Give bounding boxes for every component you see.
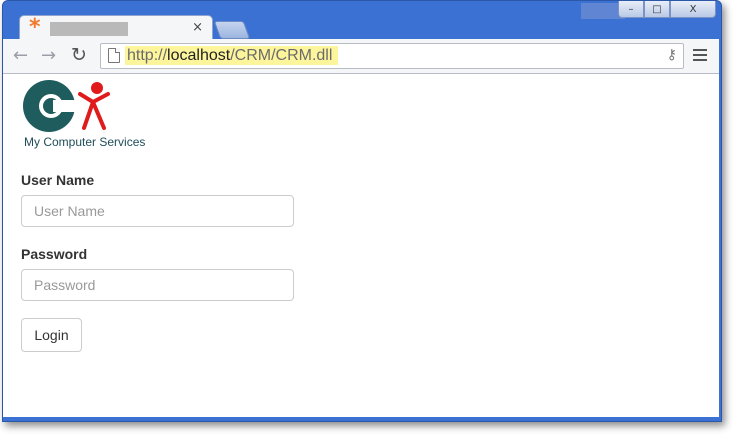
key-icon[interactable]: ⚷ [667, 47, 677, 63]
logo-figure-body [78, 92, 110, 130]
url-host: localhost [167, 47, 231, 64]
logo-figure-head [91, 82, 103, 94]
forward-arrow-icon[interactable]: → [41, 45, 56, 66]
hamburger-menu-icon[interactable] [693, 49, 707, 64]
maximize-button[interactable]: □ [644, 1, 670, 18]
minimize-button[interactable]: – [618, 1, 644, 18]
close-tab-icon[interactable]: × [192, 20, 203, 35]
login-button[interactable]: Login [21, 318, 82, 352]
asterisk-favicon-icon: * [29, 15, 41, 40]
url-path: /CRM/CRM.dll [230, 47, 333, 64]
window-controls: – □ X [618, 1, 716, 18]
address-bar[interactable]: http://localhost/CRM/CRM.dll ⚷ [100, 43, 684, 69]
browser-tab[interactable]: * × [19, 15, 213, 41]
logo-caption: My Computer Services [24, 135, 146, 149]
page-content: My Computer Services User Name Password … [3, 74, 719, 417]
new-tab-button[interactable] [213, 21, 251, 39]
url-text[interactable]: http://localhost/CRM/CRM.dll [125, 46, 339, 65]
url-scheme: http:// [127, 47, 168, 64]
page-icon [108, 48, 120, 63]
logo-c-gap [53, 100, 79, 112]
tab-title-redacted [50, 22, 128, 36]
close-window-button[interactable]: X [670, 1, 716, 18]
password-label: Password [21, 246, 88, 262]
username-input[interactable] [21, 195, 294, 227]
browser-toolbar: ← → ↻ http://localhost/CRM/CRM.dll ⚷ [3, 39, 719, 74]
username-label: User Name [21, 172, 95, 188]
reload-icon[interactable]: ↻ [71, 44, 87, 66]
back-arrow-icon[interactable]: ← [13, 45, 28, 66]
password-input[interactable] [21, 269, 294, 301]
